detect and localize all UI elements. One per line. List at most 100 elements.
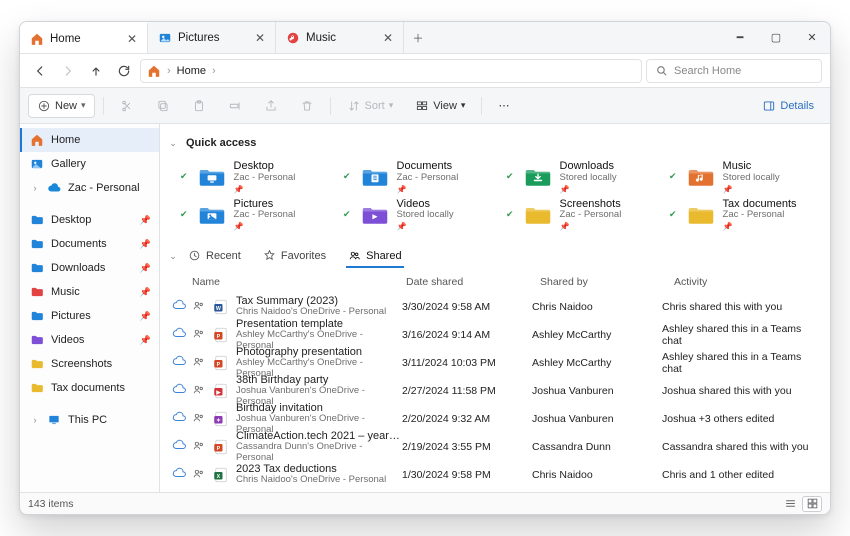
quick-access-item[interactable]: ✔ Pictures Zac - Personal 📌 <box>180 198 327 232</box>
people-icon <box>192 299 212 315</box>
sidebar-item-tax documents[interactable]: Tax documents <box>20 376 159 400</box>
sidebar-item-music[interactable]: Music 📌 <box>20 280 159 304</box>
quick-access-item[interactable]: ✔ Screenshots Zac - Personal 📌 <box>506 198 653 232</box>
folder-icon <box>524 204 552 226</box>
sidebar-item-downloads[interactable]: Downloads 📌 <box>20 256 159 280</box>
file-list: W Tax Summary (2023) Chris Naidoo's OneD… <box>172 294 816 493</box>
folder-icon <box>30 333 44 347</box>
sort-icon <box>347 99 361 113</box>
file-location: Cassandra Dunn's OneDrive - Personal <box>236 442 402 463</box>
chevron-right-icon: › <box>30 415 40 425</box>
chevron-down-icon: ⌄ <box>168 251 178 262</box>
thumbnails-view-toggle[interactable] <box>802 496 822 512</box>
file-activity: Chris and 1 other edited <box>662 469 816 481</box>
tab-favorites[interactable]: Favorites <box>261 245 328 268</box>
window-controls: ━ ▢ ✕ <box>722 22 830 53</box>
tab-shared[interactable]: Shared <box>346 245 403 268</box>
col-by[interactable]: Shared by <box>540 276 670 288</box>
delete-button <box>292 94 322 118</box>
pin-icon: 📌 <box>397 222 454 231</box>
new-button[interactable]: New ▾ <box>28 94 95 118</box>
sidebar-item-pictures[interactable]: Pictures 📌 <box>20 304 159 328</box>
file-shared-by: Chris Naidoo <box>532 469 662 481</box>
file-activity: Ashley shared this in a Teams chat <box>662 351 816 375</box>
view-button[interactable]: View▾ <box>407 94 473 118</box>
navigation-pane: Home Gallery › Zac - Personal Desktop 📌 … <box>20 124 160 492</box>
close-icon[interactable]: ✕ <box>255 31 265 45</box>
close-icon[interactable]: ✕ <box>127 32 137 46</box>
pin-icon: 📌 <box>560 222 622 231</box>
file-row[interactable]: X 2023 Tax deductions Chris Naidoo's One… <box>172 462 816 488</box>
pin-icon: 📌 <box>140 335 151 346</box>
close-icon[interactable]: ✕ <box>383 31 393 45</box>
view-icon <box>415 99 429 113</box>
sidebar-item-documents[interactable]: Documents 📌 <box>20 232 159 256</box>
breadcrumb-item[interactable]: Home <box>177 65 206 77</box>
explorer-window: Home ✕ Pictures ✕ Music ✕ ＋ ━ ▢ ✕ › Home <box>19 21 831 515</box>
quick-access-item[interactable]: ✔ Tax documents Zac - Personal 📌 <box>669 198 816 232</box>
cloud-icon <box>172 438 192 455</box>
svg-text:X: X <box>217 474 221 480</box>
sidebar-item-home[interactable]: Home <box>20 128 159 152</box>
sidebar-item-this-pc[interactable]: › This PC <box>20 408 159 432</box>
sidebar-item-videos[interactable]: Videos 📌 <box>20 328 159 352</box>
pin-icon: 📌 <box>140 239 151 250</box>
people-icon <box>192 327 212 343</box>
details-view-toggle[interactable] <box>780 496 800 512</box>
tab-home[interactable]: Home ✕ <box>20 22 148 53</box>
sidebar-item-desktop[interactable]: Desktop 📌 <box>20 208 159 232</box>
status-bar: 143 items <box>20 492 830 514</box>
chevron-right-icon: › <box>167 65 171 77</box>
chevron-right-icon: › <box>30 183 40 193</box>
file-location: Chris Naidoo's OneDrive - Personal <box>236 475 402 485</box>
col-name[interactable]: Name <box>192 276 402 288</box>
sidebar-item-screenshots[interactable]: Screenshots <box>20 352 159 376</box>
new-tab-button[interactable]: ＋ <box>404 22 432 53</box>
quick-access-item[interactable]: ✔ Videos Stored locally 📌 <box>343 198 490 232</box>
file-row[interactable]: P Presentation template Ashley McCarthy'… <box>172 322 816 348</box>
folder-icon <box>30 309 44 323</box>
folder-icon <box>30 213 44 227</box>
search-input[interactable]: Search Home <box>646 59 822 83</box>
sidebar-item-gallery[interactable]: Gallery <box>20 152 159 176</box>
close-button[interactable]: ✕ <box>794 22 830 53</box>
file-type-icon: ✦ <box>212 409 230 429</box>
chevron-down-icon: ⌄ <box>168 138 178 149</box>
sidebar-item-onedrive[interactable]: › Zac - Personal <box>20 176 159 200</box>
trash-icon <box>300 99 314 113</box>
cloud-icon <box>172 466 192 483</box>
file-row[interactable]: W Tax Summary (2023) Chris Naidoo's OneD… <box>172 294 816 320</box>
quick-access-item[interactable]: ✔ Music Stored locally 📌 <box>669 160 816 194</box>
file-row[interactable]: P Photography presentation Ashley McCart… <box>172 350 816 376</box>
tab-music[interactable]: Music ✕ <box>276 22 404 53</box>
forward-button[interactable] <box>56 59 80 83</box>
col-activity[interactable]: Activity <box>674 276 816 288</box>
quick-access-item[interactable]: ✔ Downloads Stored locally 📌 <box>506 160 653 194</box>
file-row[interactable]: ▶ 38th Birthday party Joshua Vanburen's … <box>172 378 816 404</box>
file-row[interactable]: P ClimateAction.tech 2021 – year i... Ca… <box>172 434 816 460</box>
file-row[interactable]: ✦ Birthday invitation Joshua Vanburen's … <box>172 406 816 432</box>
share-icon <box>264 99 278 113</box>
pin-icon: 📌 <box>140 215 151 226</box>
sort-button[interactable]: Sort▾ <box>339 94 402 118</box>
refresh-button[interactable] <box>112 59 136 83</box>
home-icon <box>30 133 44 147</box>
col-date[interactable]: Date shared <box>406 276 536 288</box>
more-button[interactable]: ⋯ <box>490 94 517 118</box>
quick-access-item[interactable]: ✔ Desktop Zac - Personal 📌 <box>180 160 327 194</box>
maximize-button[interactable]: ▢ <box>758 22 794 53</box>
breadcrumb[interactable]: › Home › <box>140 59 642 83</box>
pc-icon <box>47 413 61 427</box>
tab-pictures[interactable]: Pictures ✕ <box>148 22 276 53</box>
quick-access-item[interactable]: ✔ Documents Zac - Personal 📌 <box>343 160 490 194</box>
file-shared-by: Joshua Vanburen <box>532 385 662 397</box>
details-icon <box>762 99 776 113</box>
up-button[interactable] <box>84 59 108 83</box>
file-location: Chris Naidoo's OneDrive - Personal <box>236 307 402 317</box>
back-button[interactable] <box>28 59 52 83</box>
quick-access-header[interactable]: ⌄ Quick access <box>168 132 816 154</box>
details-button[interactable]: Details <box>754 94 822 118</box>
minimize-button[interactable]: ━ <box>722 22 758 53</box>
sync-icon: ✔ <box>669 209 677 220</box>
tab-recent[interactable]: Recent <box>186 245 243 268</box>
